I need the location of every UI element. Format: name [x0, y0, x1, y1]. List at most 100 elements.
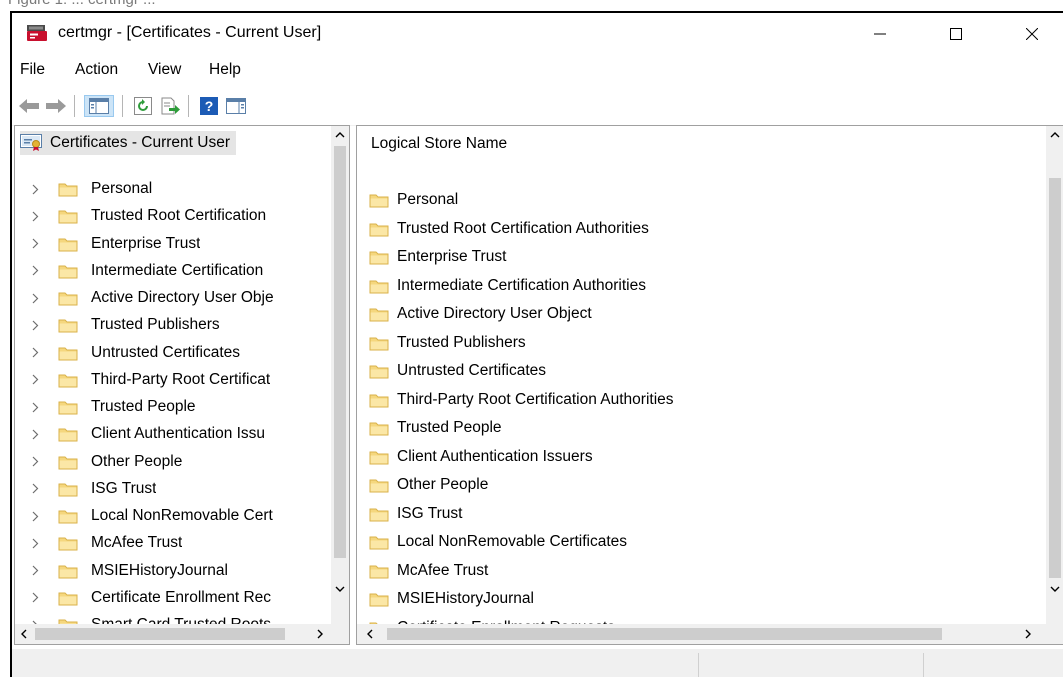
list-scroll-up-button[interactable]: [1046, 126, 1063, 144]
show-hide-console-tree-button[interactable]: [84, 95, 114, 117]
expand-button[interactable]: [30, 374, 40, 386]
list-item[interactable]: Third-Party Root Certification Authoriti…: [369, 386, 674, 414]
certificate-store-icon: [20, 134, 42, 151]
list-item[interactable]: Trusted People: [369, 414, 502, 442]
tree-item-label: Other People: [91, 452, 183, 470]
list-horizontal-scrollbar[interactable]: [357, 624, 1063, 644]
results-list-pane: Logical Store Name Personal Trusted Root …: [356, 125, 1063, 645]
list-item[interactable]: Enterprise Trust: [369, 243, 506, 271]
list-item[interactable]: ISG Trust: [369, 500, 462, 528]
list-item-label: Other People: [397, 476, 489, 493]
list-scroll-right-button[interactable]: [1019, 624, 1037, 644]
tree-scroll-left-button[interactable]: [15, 624, 33, 644]
tree-item[interactable]: Third-Party Root Certificat: [15, 366, 323, 393]
tree-item[interactable]: Other People: [15, 448, 323, 475]
tree-item[interactable]: Intermediate Certification: [15, 257, 323, 284]
tree-item[interactable]: Enterprise Trust: [15, 230, 323, 257]
list-vertical-scrollbar[interactable]: [1046, 126, 1063, 624]
list-item[interactable]: Personal: [369, 186, 458, 214]
expand-button[interactable]: [30, 210, 40, 222]
expand-button[interactable]: [30, 483, 40, 495]
minimize-button[interactable]: [857, 13, 903, 55]
list-item[interactable]: McAfee Trust: [369, 557, 488, 585]
tree-horizontal-scrollbar[interactable]: [15, 624, 349, 644]
list-item[interactable]: Local NonRemovable Certificates: [369, 528, 627, 556]
tree-horizontal-scroll-thumb[interactable]: [35, 628, 285, 640]
expand-button[interactable]: [30, 238, 40, 250]
tree-item[interactable]: Personal: [15, 176, 323, 203]
tree-item-label: Personal: [91, 180, 153, 197]
export-list-button[interactable]: [159, 95, 181, 117]
maximize-icon: [950, 28, 962, 40]
tree-item[interactable]: ISG Trust: [15, 475, 323, 502]
tree-scroll-right-button[interactable]: [311, 624, 329, 644]
list-item[interactable]: Other People: [369, 471, 488, 499]
tree-vertical-scrollbar[interactable]: [331, 126, 349, 624]
menu-view[interactable]: View: [148, 61, 181, 79]
expand-button[interactable]: [30, 347, 40, 359]
help-button[interactable]: ?: [198, 95, 220, 117]
tree-root-certificates-current-user[interactable]: Certificates - Current User: [20, 131, 237, 155]
expand-button[interactable]: [30, 183, 40, 195]
tree-item[interactable]: Local NonRemovable Cert: [15, 503, 323, 530]
list-item[interactable]: Certificate Enrollment Requests: [369, 614, 615, 624]
folder-icon: [58, 183, 78, 197]
tree-item[interactable]: Certificate Enrollment Rec: [15, 584, 323, 611]
tree-item[interactable]: Trusted Publishers: [15, 312, 323, 339]
menu-action[interactable]: Action: [75, 61, 118, 79]
tree-item[interactable]: McAfee Trust: [15, 530, 323, 557]
list-item[interactable]: Active Directory User Object: [369, 300, 592, 328]
chevron-right-icon: [32, 374, 38, 385]
list-item[interactable]: Client Authentication Issuers: [369, 443, 593, 471]
maximize-button[interactable]: [933, 13, 979, 55]
tree-item[interactable]: Trusted People: [15, 394, 323, 421]
tree-item[interactable]: Untrusted Certificates: [15, 339, 323, 366]
forward-button[interactable]: [45, 95, 67, 117]
menu-file[interactable]: File: [20, 61, 45, 79]
refresh-button[interactable]: [132, 95, 154, 117]
expand-button[interactable]: [30, 292, 40, 304]
list-item[interactable]: Trusted Root Certification Authorities: [369, 215, 649, 243]
folder-icon: [369, 422, 389, 436]
column-header-logical-store-name[interactable]: Logical Store Name: [371, 135, 507, 153]
chevron-right-icon: [32, 483, 38, 494]
expand-button[interactable]: [30, 319, 40, 331]
expand-button[interactable]: [30, 537, 40, 549]
list-item-label: Untrusted Certificates: [397, 362, 547, 379]
chevron-down-icon: [335, 586, 345, 592]
tree-vertical-scroll-thumb[interactable]: [334, 146, 346, 558]
tree-item[interactable]: Trusted Root Certification: [15, 203, 323, 230]
tree-scroll-down-button[interactable]: [331, 580, 349, 598]
expand-button[interactable]: [30, 401, 40, 413]
list-item[interactable]: Untrusted Certificates: [369, 357, 546, 385]
expand-button[interactable]: [30, 456, 40, 468]
expand-button[interactable]: [30, 428, 40, 440]
console-tree-pane: Certificates - Current User Personal Trus…: [14, 125, 350, 645]
close-button[interactable]: [1009, 13, 1055, 55]
tree-item[interactable]: Active Directory User Obje: [15, 285, 323, 312]
tree-item[interactable]: Smart Card Trusted Roots: [15, 612, 323, 624]
tree-item-label: McAfee Trust: [91, 534, 183, 552]
expand-button[interactable]: [30, 265, 40, 277]
tree-item[interactable]: MSIEHistoryJournal: [15, 557, 323, 584]
expand-button[interactable]: [30, 592, 40, 604]
title-bar[interactable]: certmgr - [Certificates - Current User]: [12, 13, 1063, 55]
list-item[interactable]: MSIEHistoryJournal: [369, 585, 534, 613]
menu-help[interactable]: Help: [209, 61, 241, 79]
list-item[interactable]: Trusted Publishers: [369, 329, 526, 357]
chevron-right-icon: [32, 347, 38, 358]
list-item[interactable]: Intermediate Certification Authorities: [369, 272, 646, 300]
tree-scroll-up-button[interactable]: [331, 126, 349, 144]
tree-item[interactable]: Client Authentication Issu: [15, 421, 323, 448]
tree-item-label: Third-Party Root Certificat: [91, 370, 271, 388]
properties-button[interactable]: [225, 95, 247, 117]
list-vertical-scroll-thumb[interactable]: [1049, 178, 1061, 578]
list-horizontal-scroll-thumb[interactable]: [387, 628, 942, 640]
list-scroll-down-button[interactable]: [1046, 580, 1063, 598]
expand-button[interactable]: [30, 565, 40, 577]
back-button[interactable]: [18, 95, 40, 117]
refresh-icon: [134, 97, 152, 115]
list-scroll-left-button[interactable]: [361, 624, 379, 644]
expand-button[interactable]: [30, 510, 40, 522]
folder-icon: [369, 337, 389, 350]
